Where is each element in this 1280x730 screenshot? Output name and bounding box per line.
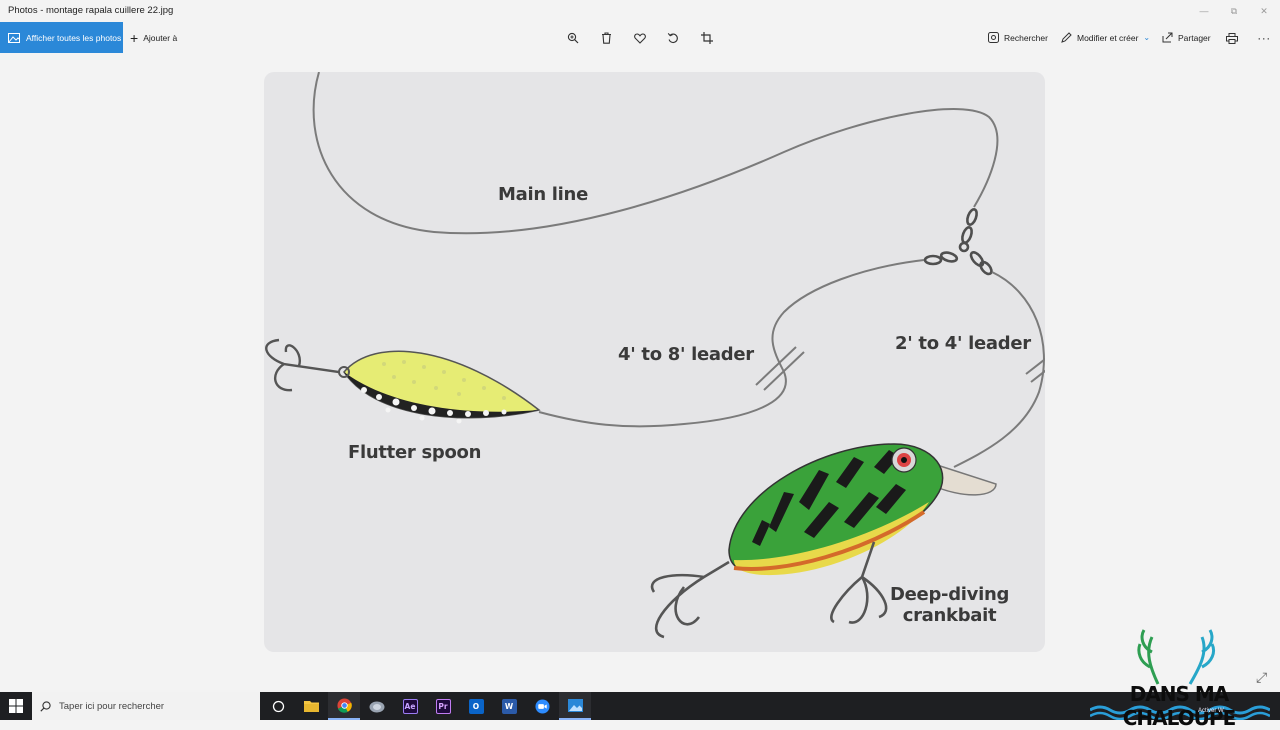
crankbait-label-line1: Deep-diving (890, 584, 1010, 605)
long-leader-label: 4' to 8' leader (618, 344, 754, 365)
window-title: Photos - montage rapala cuillere 22.jpg (8, 5, 174, 16)
print-icon[interactable] (1222, 28, 1242, 48)
outlook-icon: O (468, 698, 484, 714)
chrome-icon (336, 697, 352, 713)
word-icon: W (501, 698, 517, 714)
photos-toolbar: Afficher toutes les photos + Ajouter à R… (0, 22, 1280, 53)
watermark-text: DANS MA CHALOUPE (1122, 682, 1237, 730)
share-icon (1162, 32, 1173, 43)
taskbar-app-file-explorer[interactable] (295, 692, 327, 720)
premiere-pro-icon: Pr (435, 698, 451, 714)
share-button[interactable]: Partager (1162, 22, 1211, 53)
taskbar: Taper ici pour rechercher Ae Pr O W (0, 692, 1280, 720)
minimize-button[interactable]: — (1190, 0, 1218, 22)
close-icon: ✕ (1260, 5, 1268, 16)
zoom-icon[interactable] (563, 28, 583, 48)
maximize-icon: ⧉ (1230, 5, 1238, 16)
add-to-label: Ajouter à (143, 32, 178, 43)
title-bar: Photos - montage rapala cuillere 22.jpg … (0, 0, 1280, 22)
edit-create-button[interactable]: Modifier et créer ⌄ (1061, 22, 1150, 53)
zoom-icon (534, 698, 550, 714)
taskbar-app-photos[interactable] (559, 692, 591, 720)
all-photos-label: Afficher toutes les photos (26, 32, 122, 43)
edit-create-label: Modifier et créer (1077, 32, 1139, 43)
delete-icon[interactable] (596, 28, 616, 48)
three-way-swivel (923, 208, 993, 276)
photo-editor-icon (369, 701, 385, 712)
flutter-spoon-label: Flutter spoon (348, 442, 482, 463)
search-label: Rechercher (1004, 32, 1048, 43)
plus-icon: + (130, 29, 139, 46)
crankbait-label-line2: crankbait (902, 605, 997, 626)
activate-windows-text: Activer W (1198, 708, 1224, 714)
windows-icon (9, 699, 23, 713)
taskbar-search[interactable]: Taper ici pour rechercher (32, 692, 260, 720)
photos-app-icon (567, 698, 583, 712)
search-icon (40, 700, 51, 712)
share-label: Partager (1178, 32, 1211, 43)
folder-icon (303, 701, 319, 712)
minimize-icon: — (1199, 6, 1209, 16)
taskbar-search-placeholder: Taper ici pour rechercher (59, 700, 165, 712)
taskbar-app-zoom[interactable] (526, 692, 558, 720)
short-leader-label: 2' to 4' leader (895, 333, 1031, 354)
all-photos-button[interactable]: Afficher toutes les photos (0, 22, 123, 53)
add-to-button[interactable]: + Ajouter à (130, 22, 177, 53)
taskbar-app-chrome[interactable] (328, 692, 360, 720)
start-button[interactable] (0, 692, 32, 720)
search-icon (988, 32, 999, 43)
maximize-button[interactable]: ⧉ (1220, 0, 1248, 22)
taskbar-app-photo-editor[interactable] (361, 692, 393, 720)
flutter-spoon (265, 338, 541, 424)
crankbait-label: Deep-diving crankbait (890, 584, 1009, 626)
photos-icon (8, 32, 20, 43)
taskbar-app-after-effects[interactable]: Ae (394, 692, 426, 720)
rotate-icon[interactable] (663, 28, 683, 48)
chevron-down-icon: ⌄ (1143, 33, 1151, 42)
search-button[interactable]: Rechercher (988, 22, 1048, 53)
task-view-icon (272, 700, 284, 712)
task-view-button[interactable] (262, 692, 294, 720)
photo-viewer[interactable]: Main line 4' to 8' leader 2' to 4' leade… (264, 72, 1045, 652)
taskbar-app-word[interactable]: W (493, 692, 525, 720)
main-line-label: Main line (498, 184, 588, 205)
watermark-logo: DANS MA CHALOUPE Activer W (1090, 622, 1270, 730)
after-effects-icon: Ae (402, 698, 418, 714)
edit-icon (1061, 32, 1072, 43)
taskbar-app-outlook[interactable]: O (460, 692, 492, 720)
taskbar-app-premiere-pro[interactable]: Pr (427, 692, 459, 720)
close-button[interactable]: ✕ (1250, 0, 1278, 22)
favorite-icon[interactable] (630, 28, 650, 48)
crop-icon[interactable] (697, 28, 717, 48)
more-icon[interactable]: ··· (1254, 28, 1274, 48)
